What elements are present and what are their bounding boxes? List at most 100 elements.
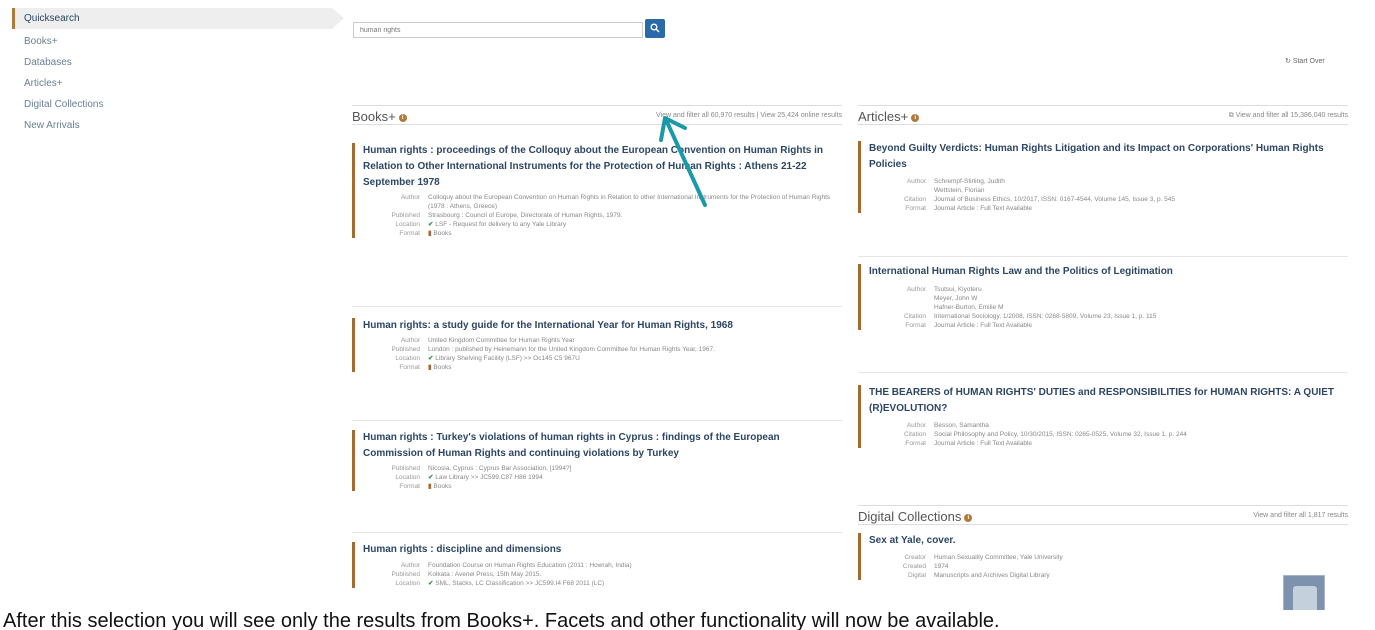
record-title[interactable]: THE BEARERS of HUMAN RIGHTS' DUTIES and … (869, 385, 1348, 417)
format-label: Format (905, 205, 926, 212)
record-author[interactable]: Foundation Course on Human Rights Educat… (428, 561, 842, 570)
published-label: Published (391, 346, 420, 353)
author-label: Author (906, 422, 926, 429)
sidebar: Quicksearch Books+ Databases Articles+ D… (12, 8, 344, 136)
record-author[interactable]: Colloquy about the European Convention o… (428, 193, 842, 211)
record-author[interactable]: Wettstein, Florian (934, 187, 984, 194)
books-record: Human rights : proceedings of the Colloq… (352, 143, 842, 238)
sidebar-item-books[interactable]: Books+ (12, 31, 332, 52)
format-label: Format (905, 440, 926, 447)
published-label: Published (391, 571, 420, 578)
search-button[interactable] (645, 19, 665, 38)
record-format[interactable]: Journal Article : Full Text Available (934, 439, 1348, 448)
search-input[interactable] (353, 22, 643, 38)
author-label: Author (400, 337, 420, 344)
sidebar-item-quicksearch[interactable]: Quicksearch (12, 8, 344, 29)
books-record: Human rights: a study guide for the Inte… (352, 318, 842, 372)
record-format[interactable]: Journal Article : Full Text Available (934, 204, 1348, 213)
external-link-icon: ⧉ (1228, 112, 1236, 119)
record-creator[interactable]: Human Sexuality Committee, Yale Universi… (934, 553, 1278, 562)
record-author[interactable]: Schrempf-Stirling, Judith (934, 178, 1005, 185)
record-author[interactable]: Hafner-Burton, Emilie M (934, 304, 1003, 311)
record-title[interactable]: Human rights : proceedings of the Colloq… (363, 143, 842, 191)
published-label: Published (391, 212, 420, 219)
record-title[interactable]: Human rights : discipline and dimensions (363, 542, 842, 558)
divider (352, 532, 842, 533)
record-citation: International Sociology, 1/2008, ISSN: 0… (934, 313, 1157, 320)
format-label: Format (399, 230, 420, 237)
articles-panel-title[interactable]: Articles+ i (858, 109, 920, 124)
record-title[interactable]: Beyond Guilty Verdicts: Human Rights Lit… (869, 141, 1348, 173)
record-format: Books (433, 483, 452, 490)
author-label: Author (400, 194, 420, 201)
divider (858, 256, 1348, 257)
record-title[interactable]: International Human Rights Law and the P… (869, 264, 1348, 280)
record-author[interactable]: Tsutsui, Kiyoteru (934, 286, 982, 293)
record-format: Books (433, 230, 452, 237)
record-created: 1974 (934, 563, 949, 570)
books-record: Human rights : Turkey's violations of hu… (352, 430, 842, 491)
record-format[interactable]: Journal Article : Full Text Available (934, 321, 1348, 330)
record-author[interactable]: Meyer, John W (934, 295, 977, 302)
location-label: Location (395, 474, 420, 481)
author-label: Author (906, 178, 926, 185)
format-label: Format (905, 322, 926, 329)
format-label: Format (399, 483, 420, 490)
citation-label: Citation (903, 313, 926, 320)
sidebar-item-databases[interactable]: Databases (12, 52, 332, 73)
record-location[interactable]: Law Library >> JC599.C87 H86 1994 (435, 474, 542, 481)
search-icon (650, 23, 660, 33)
record-location[interactable]: SML, Stacks, LC Classification >> JC599.… (435, 580, 604, 587)
location-label: Location (395, 580, 420, 587)
record-published: Strasbourg : Council of Europe, Director… (428, 212, 623, 219)
citation-label: Citation (903, 431, 926, 438)
published-label: Published (391, 465, 420, 472)
articles-record: International Human Rights Law and the P… (858, 264, 1348, 330)
record-digital[interactable]: Manuscripts and Archives Digital Library (934, 571, 1278, 580)
record-location[interactable]: LSF - Request for delivery to any Yale L… (435, 221, 566, 228)
author-label: Author (400, 562, 420, 569)
location-label: Location (395, 355, 420, 362)
record-title[interactable]: Human rights: a study guide for the Inte… (363, 318, 842, 334)
info-icon[interactable]: i (911, 114, 920, 122)
digital-label: Digital (907, 572, 926, 579)
creator-label: Creator (904, 554, 926, 561)
start-over-link[interactable]: ↻ Start Over (1285, 57, 1325, 65)
sidebar-item-articles[interactable]: Articles+ (12, 73, 332, 94)
record-citation: Journal of Business Ethics, 10/2017, ISS… (934, 196, 1176, 203)
digital-view-all-link[interactable]: View and filter all 1,817 results (1253, 512, 1348, 519)
articles-record: Beyond Guilty Verdicts: Human Rights Lit… (858, 141, 1348, 213)
record-title[interactable]: Human rights : Turkey's violations of hu… (363, 430, 842, 462)
books-record: Human rights : discipline and dimensions… (352, 542, 842, 588)
sidebar-item-digital-collections[interactable]: Digital Collections (12, 94, 332, 115)
format-label: Format (399, 364, 420, 371)
divider (858, 372, 1348, 373)
record-published: London : published by Heinemann for the … (428, 346, 715, 353)
record-published: Kolkata : Avenel Press, 15th May 2015. (428, 571, 542, 578)
annotation-arrow-icon (659, 116, 707, 207)
articles-record: THE BEARERS of HUMAN RIGHTS' DUTIES and … (858, 385, 1348, 448)
digital-record: Sex at Yale, cover. Creator Human Sexuali… (858, 533, 1278, 580)
record-title[interactable]: Sex at Yale, cover. (869, 533, 1278, 549)
refresh-icon: ↻ (1285, 58, 1293, 65)
digital-panel-title[interactable]: Digital Collections i (858, 509, 973, 524)
articles-view-all-link[interactable]: ⧉ View and filter all 15,386,040 results (1229, 112, 1348, 120)
books-panel-title[interactable]: Books+ i (352, 109, 407, 124)
caption-text: After this selection you will see only t… (0, 610, 1375, 630)
books-panel-header: Books+ i View and filter all 60,970 resul… (352, 105, 842, 125)
record-published: Nicosia, Cyprus : Cyprus Bar Association… (428, 465, 572, 472)
author-label: Author (906, 286, 926, 293)
articles-panel-header: Articles+ i ⧉ View and filter all 15,386,… (858, 105, 1348, 125)
info-icon[interactable]: i (964, 514, 973, 522)
record-author[interactable]: Besson, Samantha (934, 421, 1348, 430)
location-label: Location (395, 221, 420, 228)
citation-label: Citation (903, 196, 926, 203)
divider (352, 306, 842, 307)
sidebar-item-new-arrivals[interactable]: New Arrivals (12, 115, 332, 136)
info-icon[interactable]: i (398, 114, 407, 122)
record-format: Books (433, 364, 452, 371)
digital-panel-header: Digital Collections i View and filter all… (858, 505, 1348, 525)
created-label: Created (902, 563, 926, 570)
record-location[interactable]: Library Shelving Facility (LSF) >> Oc145… (435, 355, 580, 362)
record-author[interactable]: United Kingdom Committee for Human Right… (428, 336, 842, 345)
